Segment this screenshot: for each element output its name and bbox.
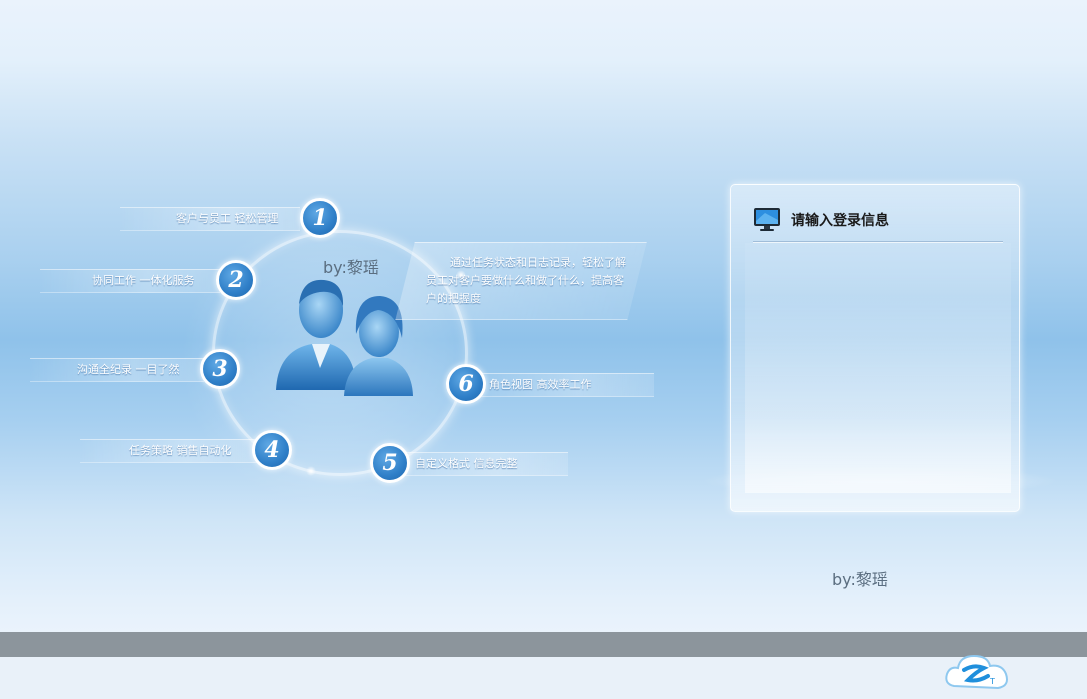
svg-text:T: T — [989, 677, 995, 686]
login-header: 请输入登录信息 — [753, 207, 1003, 242]
feature-item-4: 任务策略 销售自动化 4 — [80, 430, 310, 470]
callout-text: 通过任务状态和日志记录，轻松了解员工对客户要做什么和做了什么，提高客户的把握度 — [426, 256, 626, 305]
feature-label: 客户与员工 轻松管理 — [176, 212, 279, 225]
footer-bar — [0, 632, 1087, 657]
feature-item-1: 客户与员工 轻松管理 1 — [120, 198, 340, 238]
feature-label: 沟通全纪录 一目了然 — [77, 363, 180, 376]
feature-number-badge: 3 — [200, 349, 240, 389]
login-title: 请输入登录信息 — [791, 213, 889, 229]
feature-label: 自定义格式 信息完整 — [415, 457, 518, 470]
byline-top: by:黎瑶 — [323, 258, 379, 277]
feature-item-5: 5 自定义格式 信息完整 — [368, 443, 588, 483]
feature-label: 任务策略 销售自动化 — [129, 444, 232, 457]
login-page: 客户与员工 轻松管理 1 协同工作 一体化服务 2 沟通全纪录 一目了然 3 任… — [0, 0, 1087, 699]
feature-item-6: 6 角色视图 高效率工作 — [444, 364, 664, 404]
byline-bottom: by:黎瑶 — [832, 570, 888, 589]
feature-number-badge: 1 — [300, 198, 340, 238]
login-form-area — [745, 243, 1011, 493]
feature-item-2: 协同工作 一体化服务 2 — [40, 260, 260, 300]
feature-label: 协同工作 一体化服务 — [92, 274, 195, 287]
feature-number-badge: 6 — [446, 364, 486, 404]
monitor-icon — [754, 208, 780, 231]
feature-number-badge: 5 — [370, 443, 410, 483]
cloud-logo-icon: T — [945, 654, 1008, 690]
footer — [0, 657, 1087, 699]
feature-number-badge: 2 — [216, 260, 256, 300]
login-panel: 请输入登录信息 — [730, 184, 1020, 512]
feature-item-3: 沟通全纪录 一目了然 3 — [30, 349, 250, 389]
users-icon — [276, 279, 413, 396]
feature-number-badge: 4 — [252, 430, 292, 470]
feature-label: 角色视图 高效率工作 — [489, 378, 592, 391]
